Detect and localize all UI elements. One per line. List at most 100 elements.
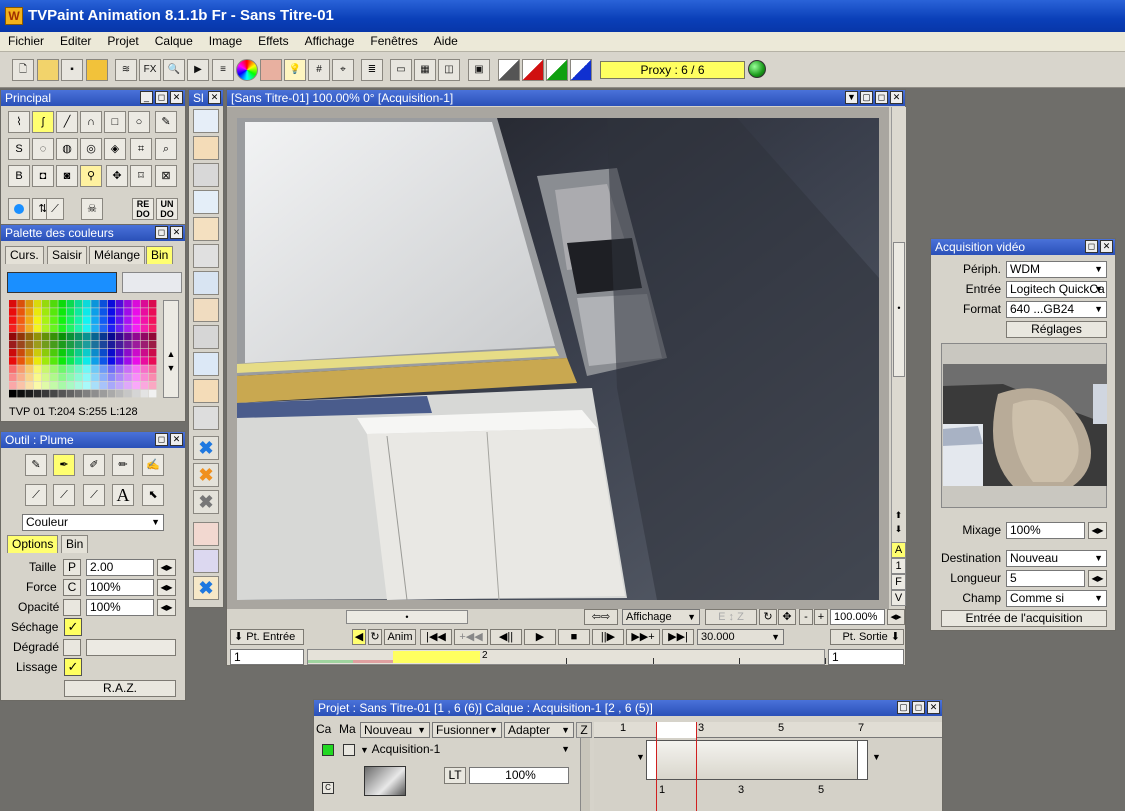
palette-swatch[interactable] <box>74 389 83 398</box>
close-icon[interactable]: ✕ <box>170 91 183 104</box>
step-back-button[interactable]: ◀|| <box>490 629 522 645</box>
palette-swatch[interactable] <box>91 340 99 349</box>
palette-swatch[interactable] <box>41 308 50 316</box>
palette-swatch[interactable] <box>25 340 34 349</box>
menu-fichier[interactable]: Fichier <box>0 32 52 50</box>
eyedropper-icon[interactable]: ⟋ <box>46 198 64 220</box>
palette-swatch[interactable] <box>124 300 132 308</box>
palette-swatch[interactable] <box>17 324 25 333</box>
palette-swatch[interactable] <box>91 389 99 398</box>
close-icon[interactable]: ✕ <box>1100 240 1113 253</box>
vertical-scrollbar[interactable]: • <box>891 107 906 567</box>
palette-swatch[interactable] <box>58 349 66 357</box>
palette-swatch[interactable] <box>107 340 116 349</box>
palette-swatch[interactable] <box>17 316 25 324</box>
palette-swatch[interactable] <box>132 365 140 373</box>
palette-swatch[interactable] <box>33 300 42 308</box>
zoom-tool-icon[interactable]: ⌕ <box>155 138 177 160</box>
restore-icon[interactable]: ◻ <box>1085 240 1098 253</box>
split-view-icon[interactable]: ◫ <box>438 59 460 81</box>
palette-swatch[interactable] <box>66 373 75 382</box>
palette-swatch[interactable] <box>115 308 124 316</box>
palette-swatch[interactable] <box>17 365 25 373</box>
palette-swatch[interactable] <box>9 324 17 333</box>
frame-end-input[interactable]: 1 <box>828 649 904 665</box>
palette-swatch[interactable] <box>9 373 17 382</box>
palette-swatch[interactable] <box>74 316 83 324</box>
folder-icon[interactable] <box>86 59 108 81</box>
pencil-icon[interactable]: ✎ <box>25 454 47 476</box>
close-icon[interactable]: ✕ <box>170 226 183 239</box>
layer-name-row[interactable]: ▼ Acquisition-1 ▼ <box>360 741 574 759</box>
sound-icon[interactable]: ◀ <box>352 629 366 645</box>
color-palette-grid[interactable] <box>9 300 157 398</box>
green-channel-icon[interactable] <box>546 59 568 81</box>
close-icon[interactable]: ✕ <box>890 91 903 104</box>
palette-swatch[interactable] <box>33 373 42 382</box>
fps-select[interactable]: 30.000 <box>697 629 784 645</box>
rewind-button[interactable]: +◀◀ <box>454 629 488 645</box>
tool-mode-select[interactable]: Couleur <box>22 514 164 531</box>
select-brush-icon[interactable]: ◈ <box>104 138 126 160</box>
channel-buttons[interactable]: E ↕ Z <box>705 609 757 625</box>
redo-button[interactable]: RE DO <box>132 198 154 220</box>
palette-swatch[interactable] <box>140 316 149 324</box>
palette-swatch[interactable] <box>83 389 91 398</box>
palette-swatch[interactable] <box>148 373 157 382</box>
current-color-swatch[interactable] <box>7 272 117 293</box>
brush-blue-icon[interactable] <box>193 190 219 214</box>
palette-swatch[interactable] <box>140 373 149 382</box>
last-frame-button[interactable]: ▶▶| <box>662 629 694 645</box>
palette-swatch[interactable] <box>41 332 50 341</box>
palette-swatch[interactable] <box>148 357 157 365</box>
palette-swatch[interactable] <box>91 308 99 316</box>
palette-swatch[interactable] <box>99 324 108 333</box>
palette-swatch[interactable] <box>66 316 75 324</box>
select-arrow-icon[interactable]: ⬉ <box>142 484 164 506</box>
palette-swatch[interactable] <box>17 373 25 382</box>
palette-swatch[interactable] <box>107 332 116 341</box>
grid-icon[interactable]: # <box>308 59 330 81</box>
palette-swatch[interactable] <box>107 308 116 316</box>
palette-swatch[interactable] <box>74 373 83 382</box>
palette-swatch[interactable] <box>83 300 91 308</box>
palette-swatch[interactable] <box>132 389 140 398</box>
stop-button[interactable]: ■ <box>558 629 590 645</box>
layer-scrollbar[interactable] <box>580 738 590 811</box>
select-s-icon[interactable]: S <box>8 138 30 160</box>
cross-orange-icon[interactable]: ✖ <box>193 463 219 487</box>
force-input[interactable]: 100% <box>86 579 154 596</box>
tab-bin[interactable]: Bin <box>61 535 89 553</box>
palette-swatch[interactable] <box>140 300 149 308</box>
palette-swatch[interactable] <box>115 357 124 365</box>
fusionner-select[interactable]: Fusionner <box>432 722 502 738</box>
palette-swatch[interactable] <box>9 389 17 398</box>
grid-large-icon[interactable]: ▦ <box>414 59 436 81</box>
brush-gray-icon[interactable] <box>193 244 219 268</box>
palette-swatch[interactable] <box>33 316 42 324</box>
pencil-orange-icon[interactable] <box>193 136 219 160</box>
play-icon[interactable]: ▶ <box>187 59 209 81</box>
palette-swatch[interactable] <box>124 381 132 390</box>
palette-swatch[interactable] <box>115 332 124 341</box>
monitor-icon[interactable]: ▣ <box>468 59 490 81</box>
mixage-input[interactable]: 100% <box>1006 522 1085 539</box>
menu-editer[interactable]: Editer <box>52 32 99 50</box>
palette-swatch[interactable] <box>148 324 157 333</box>
palette-swatch[interactable] <box>9 365 17 373</box>
palette-scrollbar[interactable]: ▲ ▼ <box>163 300 179 398</box>
palette-swatch[interactable] <box>58 308 66 316</box>
menu-calque[interactable]: Calque <box>147 32 201 50</box>
palette-swatch[interactable] <box>66 349 75 357</box>
palette-swatch[interactable] <box>91 300 99 308</box>
palette-swatch[interactable] <box>99 373 108 382</box>
palette-swatch[interactable] <box>124 316 132 324</box>
palette-swatch[interactable] <box>148 389 157 398</box>
palette-swatch[interactable] <box>58 332 66 341</box>
menu-image[interactable]: Image <box>201 32 250 50</box>
layer-mask-toggle[interactable] <box>343 744 355 756</box>
menu-aide[interactable]: Aide <box>426 32 466 50</box>
raz-button[interactable]: R.A.Z. <box>64 680 176 697</box>
palette-swatch[interactable] <box>115 316 124 324</box>
palette-swatch[interactable] <box>41 357 50 365</box>
